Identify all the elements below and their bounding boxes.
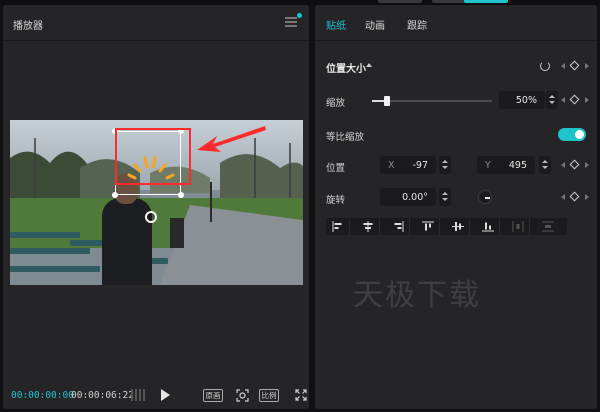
align-left-button[interactable]: [326, 218, 350, 235]
distribute-v-button[interactable]: [536, 218, 560, 235]
play-icon[interactable]: [161, 389, 170, 401]
align-top-button[interactable]: [416, 218, 440, 235]
player-controls: 00:00:00:00 00:00:06:22 原画 比例: [3, 381, 309, 409]
collapse-caret-icon[interactable]: [366, 63, 372, 67]
rotate-handle-icon[interactable]: [145, 211, 157, 223]
position-x-input[interactable]: X -97: [380, 156, 436, 174]
video-lamp: [210, 182, 212, 222]
timecode-duration: 00:00:06:22: [71, 390, 134, 401]
video-person-body: [102, 198, 152, 285]
distribute-v-icon: [542, 221, 554, 232]
position-x-prefix: X: [388, 160, 395, 171]
original-quality-button[interactable]: 原画: [203, 389, 223, 402]
position-y-value: 495: [508, 160, 527, 171]
prev-keyframe-icon[interactable]: [561, 63, 565, 69]
position-x-stepper[interactable]: [439, 156, 451, 174]
annotation-arrow-icon: [197, 126, 266, 152]
focus-icon[interactable]: [236, 389, 249, 402]
rotate-input[interactable]: 0.00°: [380, 188, 436, 206]
align-left-icon: [332, 221, 342, 232]
position-x-value: -97: [412, 160, 428, 171]
next-keyframe-icon[interactable]: [585, 194, 589, 200]
align-bottom-icon: [482, 222, 494, 232]
next-keyframe-icon[interactable]: [585, 97, 589, 103]
video-bench: [10, 266, 100, 272]
position-y-prefix: Y: [485, 160, 491, 171]
align-top-icon: [422, 221, 434, 231]
scale-label: 缩放: [326, 98, 346, 109]
align-center-h-icon: [363, 221, 373, 232]
next-keyframe-icon[interactable]: [585, 162, 589, 168]
tab-tracking[interactable]: 跟踪: [407, 17, 427, 32]
next-keyframe-icon[interactable]: [585, 63, 589, 69]
reset-icon[interactable]: [540, 61, 550, 71]
rotate-label: 旋转: [326, 195, 346, 206]
uniform-scale-label: 等比缩放: [326, 132, 365, 143]
player-title: 播放器: [13, 21, 43, 32]
rotate-stepper[interactable]: [439, 188, 451, 206]
position-y-input[interactable]: Y 495: [477, 156, 535, 174]
rotate-value: 0.00°: [402, 192, 428, 203]
keyframe-diamond-icon[interactable]: [569, 191, 580, 202]
watermark-text: 天极下载: [353, 278, 481, 313]
keyframe-diamond-icon[interactable]: [569, 60, 580, 71]
keyframe-diamond-icon[interactable]: [569, 94, 580, 105]
position-y-stepper[interactable]: [539, 156, 551, 174]
notification-dot: [297, 13, 302, 18]
properties-panel: 贴纸 动画 跟踪 位置大小 缩放 50% 等比缩放 位置 X -97 Y 495…: [315, 5, 597, 409]
video-bench: [10, 232, 80, 238]
top-tab-indicator[interactable]: [432, 0, 468, 3]
player-header: 播放器: [3, 5, 309, 41]
top-export-indicator[interactable]: [464, 0, 508, 3]
top-tab-indicator[interactable]: [378, 0, 422, 3]
position-label: 位置: [326, 163, 346, 174]
scale-value: 50%: [515, 95, 537, 106]
player-panel: 播放器 00:00:00:00 00:00:06:22 原画 比例: [3, 5, 309, 409]
property-tabs: 贴纸 动画 跟踪: [315, 5, 597, 41]
section-title-position-size[interactable]: 位置大小: [326, 60, 366, 75]
align-center-v-icon: [452, 222, 464, 231]
align-center-h-button[interactable]: [356, 218, 380, 235]
distribute-h-button[interactable]: [506, 218, 530, 235]
video-bench: [10, 248, 90, 254]
scale-slider[interactable]: [372, 96, 492, 106]
keyframe-diamond-icon[interactable]: [569, 159, 580, 170]
tab-sticker[interactable]: 贴纸: [326, 17, 346, 32]
timecode-current: 00:00:00:00: [11, 390, 74, 401]
alignment-toolbar: [326, 218, 567, 235]
timeline-bars-icon[interactable]: [131, 389, 149, 401]
rotate-dial[interactable]: [478, 190, 492, 204]
scale-input[interactable]: 50%: [499, 91, 545, 109]
uniform-scale-toggle[interactable]: [558, 128, 586, 141]
prev-keyframe-icon[interactable]: [561, 194, 565, 200]
aspect-ratio-button[interactable]: 比例: [259, 389, 279, 402]
video-bench: [150, 258, 168, 264]
align-bottom-button[interactable]: [476, 218, 500, 235]
tab-animation[interactable]: 动画: [365, 17, 385, 32]
distribute-h-icon: [512, 221, 524, 232]
video-trashcan: [170, 218, 184, 248]
fullscreen-icon[interactable]: [295, 389, 307, 401]
highlight-frame: [115, 128, 191, 185]
menu-icon[interactable]: [285, 17, 297, 27]
align-right-button[interactable]: [386, 218, 410, 235]
prev-keyframe-icon[interactable]: [561, 97, 565, 103]
align-center-v-button[interactable]: [446, 218, 470, 235]
scale-slider-thumb[interactable]: [384, 96, 390, 106]
resize-handle[interactable]: [112, 192, 118, 198]
resize-handle[interactable]: [178, 192, 184, 198]
prev-keyframe-icon[interactable]: [561, 162, 565, 168]
align-right-icon: [394, 221, 404, 232]
scale-stepper[interactable]: [546, 91, 558, 109]
